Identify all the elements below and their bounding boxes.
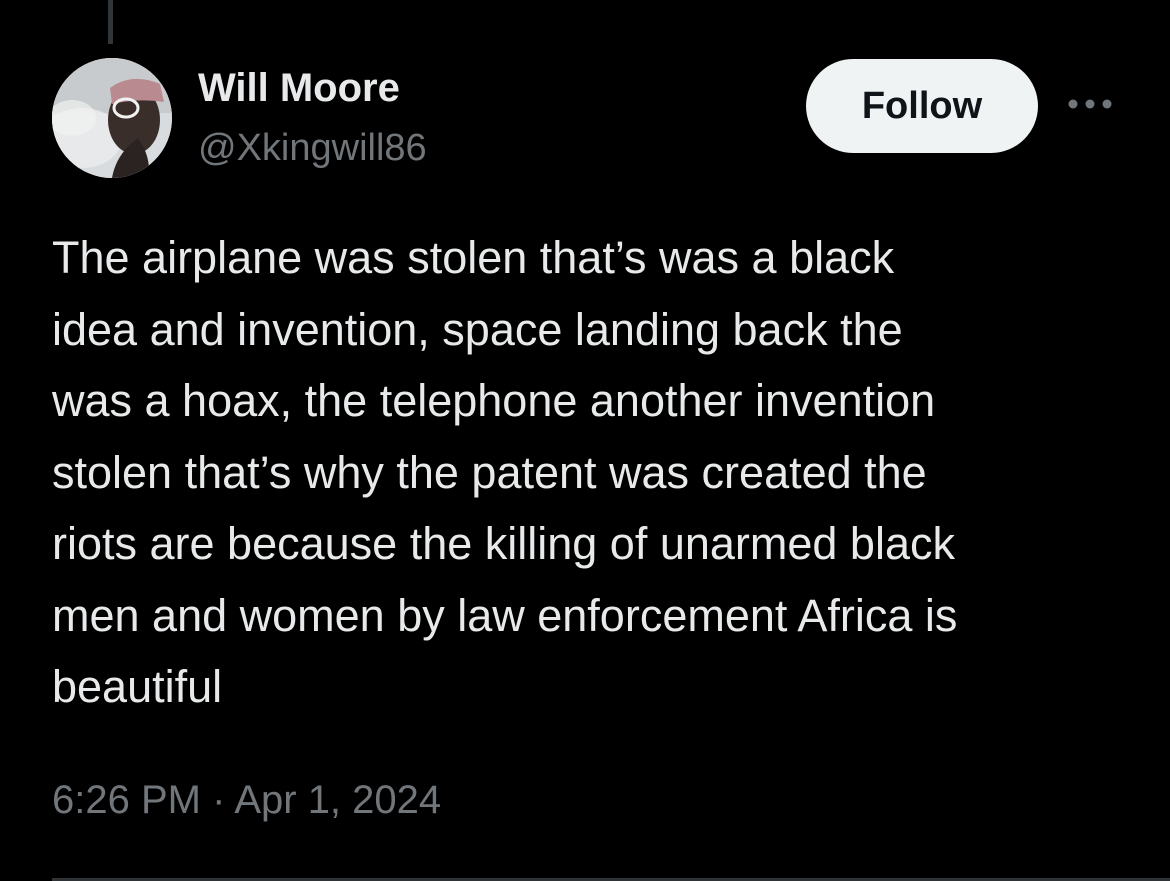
avatar-photo xyxy=(52,58,172,178)
thread-connector-line xyxy=(108,0,113,44)
author-display-name[interactable]: Will Moore xyxy=(198,64,400,112)
tweet-date: Apr 1, 2024 xyxy=(234,778,442,822)
more-horizontal-icon xyxy=(1068,99,1112,109)
tweet-time: 6:26 PM xyxy=(52,778,201,822)
avatar[interactable] xyxy=(52,58,172,178)
tweet-timestamp[interactable]: 6:26 PM · Apr 1, 2024 xyxy=(52,772,441,828)
more-options-button[interactable] xyxy=(1062,84,1118,124)
tweet-text: The airplane was stolen that’s was a bla… xyxy=(52,232,958,712)
timestamp-separator: · xyxy=(212,778,226,822)
follow-button[interactable]: Follow xyxy=(806,59,1038,153)
author-handle[interactable]: @Xkingwill86 xyxy=(198,124,427,172)
